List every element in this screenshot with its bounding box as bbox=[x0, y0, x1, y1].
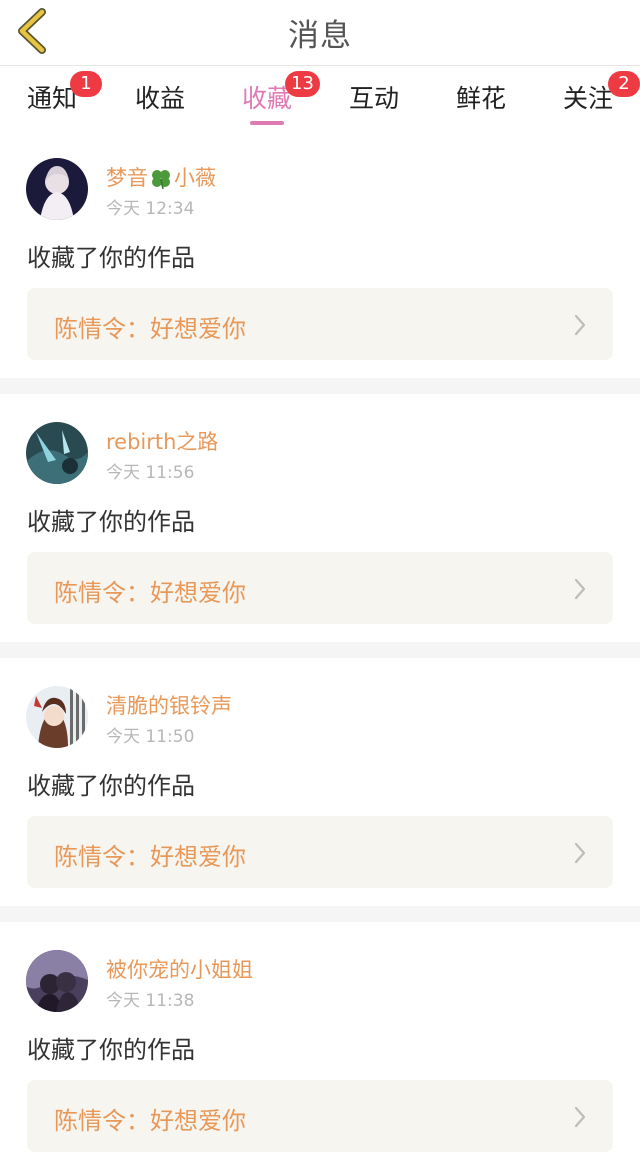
work-title: 陈情令：好想爱你 bbox=[54, 843, 246, 871]
user-avatar-image bbox=[26, 686, 88, 748]
avatar[interactable] bbox=[26, 422, 88, 484]
username[interactable]: 梦音 小薇 bbox=[106, 162, 216, 192]
divider bbox=[0, 378, 640, 394]
user-avatar-image bbox=[26, 422, 88, 484]
list-item: 清脆的银铃声 今天 11:50 收藏了你的作品 陈情令：好想爱你 bbox=[0, 658, 640, 906]
user-avatar-image bbox=[26, 950, 88, 1012]
chevron-right-icon bbox=[574, 314, 586, 336]
divider bbox=[0, 906, 640, 922]
tab-follow[interactable]: 关注 2 bbox=[562, 71, 640, 123]
avatar[interactable] bbox=[26, 950, 88, 1012]
chevron-right-icon bbox=[574, 842, 586, 864]
work-link[interactable]: 陈情令：好想爱你 bbox=[27, 552, 613, 624]
unread-badge: 2 bbox=[608, 71, 640, 97]
active-tab-indicator bbox=[250, 121, 284, 125]
username[interactable]: 清脆的银铃声 bbox=[106, 690, 232, 720]
work-link[interactable]: 陈情令：好想爱你 bbox=[27, 288, 613, 360]
action-text: 收藏了你的作品 bbox=[27, 1036, 195, 1064]
tab-income[interactable]: 收益 bbox=[134, 79, 186, 123]
tab-notice[interactable]: 通知 1 bbox=[26, 71, 102, 123]
tab-label: 收益 bbox=[134, 84, 185, 113]
username-text: 清脆的银铃声 bbox=[106, 694, 232, 718]
page-title: 消息 bbox=[288, 18, 352, 54]
chevron-right-icon bbox=[574, 1106, 586, 1128]
chevron-right-icon bbox=[574, 578, 586, 600]
tab-interaction[interactable]: 互动 bbox=[348, 79, 400, 123]
clover-icon bbox=[152, 170, 170, 190]
username[interactable]: rebirth之路 bbox=[106, 426, 218, 456]
work-title: 陈情令：好想爱你 bbox=[54, 315, 246, 343]
timestamp: 今天 11:56 bbox=[106, 463, 195, 483]
work-link[interactable]: 陈情令：好想爱你 bbox=[27, 1080, 613, 1152]
tab-label: 互动 bbox=[348, 84, 399, 113]
divider bbox=[0, 642, 640, 658]
message-feed: 梦音 小薇 今天 12:34 收藏了你的作品 陈情令：好想爱你 rebirth之… bbox=[0, 130, 640, 1167]
username-text: 被你宠的小姐姐 bbox=[106, 958, 253, 982]
action-text: 收藏了你的作品 bbox=[27, 244, 195, 272]
unread-badge: 13 bbox=[285, 71, 320, 97]
avatar[interactable] bbox=[26, 686, 88, 748]
username-text: 梦音 bbox=[106, 166, 148, 190]
timestamp: 今天 11:50 bbox=[106, 727, 195, 747]
top-bar: 消息 bbox=[0, 0, 640, 66]
tab-favorites[interactable]: 收藏 13 bbox=[241, 71, 320, 125]
work-title: 陈情令：好想爱你 bbox=[54, 579, 246, 607]
action-text: 收藏了你的作品 bbox=[27, 772, 195, 800]
user-avatar-image bbox=[26, 158, 88, 220]
timestamp: 今天 11:38 bbox=[106, 991, 195, 1011]
unread-badge: 1 bbox=[70, 71, 102, 97]
tab-flowers[interactable]: 鲜花 bbox=[455, 79, 507, 123]
list-item: rebirth之路 今天 11:56 收藏了你的作品 陈情令：好想爱你 bbox=[0, 394, 640, 642]
timestamp: 今天 12:34 bbox=[106, 199, 195, 219]
work-link[interactable]: 陈情令：好想爱你 bbox=[27, 816, 613, 888]
work-title: 陈情令：好想爱你 bbox=[54, 1107, 246, 1135]
list-item: 梦音 小薇 今天 12:34 收藏了你的作品 陈情令：好想爱你 bbox=[0, 130, 640, 378]
tab-bar: 通知 1 收益 收藏 13 互动 鲜花 关注 2 bbox=[0, 67, 640, 129]
action-text: 收藏了你的作品 bbox=[27, 508, 195, 536]
username[interactable]: 被你宠的小姐姐 bbox=[106, 954, 253, 984]
username-text: rebirth之路 bbox=[106, 430, 219, 454]
avatar[interactable] bbox=[26, 158, 88, 220]
list-item: 被你宠的小姐姐 今天 11:38 收藏了你的作品 陈情令：好想爱你 bbox=[0, 922, 640, 1167]
username-text: 小薇 bbox=[174, 166, 216, 190]
tab-label: 关注 bbox=[562, 84, 613, 113]
tab-label: 鲜花 bbox=[455, 84, 506, 113]
